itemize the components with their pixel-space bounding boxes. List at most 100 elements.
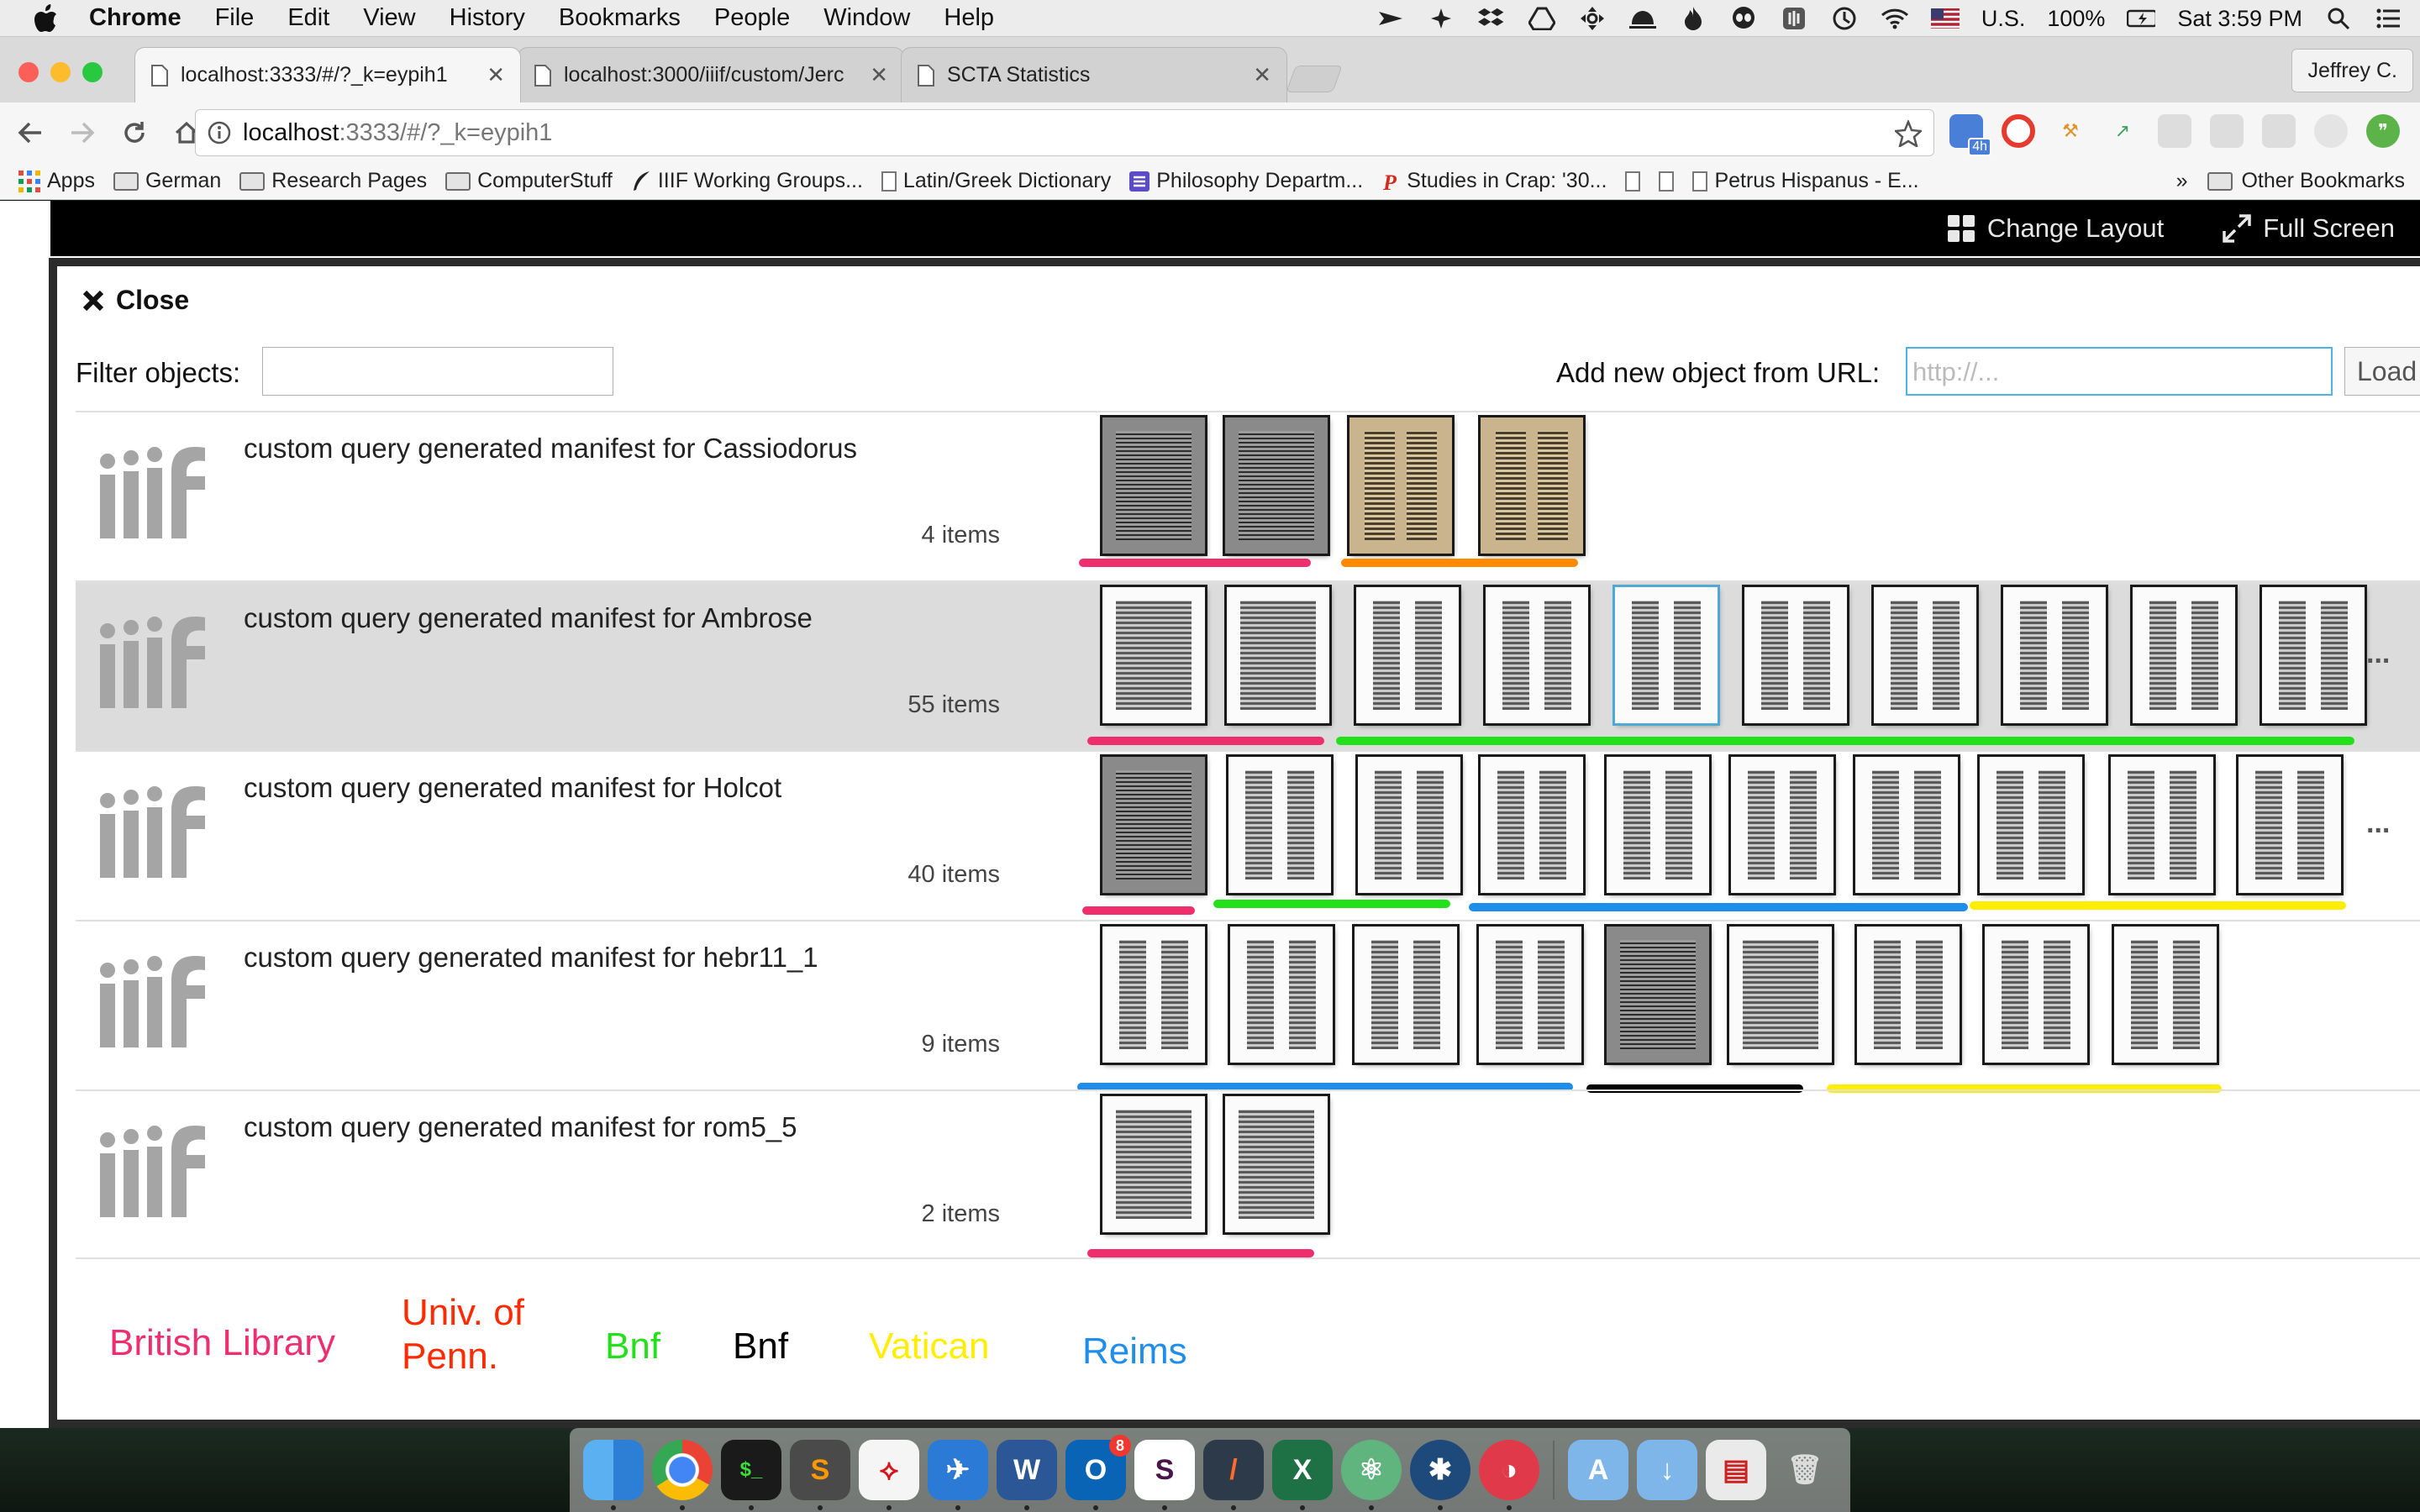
bookmark-philosophy-department[interactable]: Philosophy Departm... — [1129, 169, 1363, 193]
doc-extension-icon[interactable] — [2262, 114, 2296, 148]
close-tab-icon[interactable]: ✕ — [870, 62, 888, 88]
input-source-label[interactable]: U.S. — [1981, 6, 2026, 32]
manifest-row-rom5-5[interactable]: custom query generated manifest for rom5… — [76, 1089, 2420, 1259]
flame-icon[interactable] — [1679, 4, 1707, 33]
acrobat-icon[interactable]: ⟡ — [859, 1440, 919, 1510]
filter-objects-input[interactable] — [262, 347, 613, 396]
downloads-folder-icon[interactable]: ↓ — [1637, 1440, 1697, 1500]
google-drive-icon[interactable] — [1528, 4, 1556, 33]
menu-bookmarks[interactable]: Bookmarks — [559, 4, 681, 32]
bookmarks-overflow-button[interactable]: » — [2176, 169, 2188, 193]
excel-icon[interactable]: X — [1272, 1440, 1333, 1510]
bookmark-folder-research-pages[interactable]: Research Pages — [239, 169, 427, 193]
profile-button[interactable]: Jeffrey C. — [2291, 49, 2413, 92]
close-tab-icon[interactable]: ✕ — [1253, 62, 1271, 88]
page-thumbnail[interactable] — [1874, 587, 1976, 723]
manifest-row-ambrose[interactable]: custom query generated manifest for Ambr… — [76, 580, 2420, 750]
airmail-icon[interactable] — [1376, 4, 1405, 33]
hammer-extension-icon[interactable]: ⚒ — [2054, 114, 2087, 148]
tab-scta-statistics[interactable]: SCTA Statistics ✕ — [901, 47, 1287, 102]
page-thumbnail[interactable] — [1607, 757, 1709, 893]
bookmark-iiif-working-groups[interactable]: IIIF Working Groups... — [631, 169, 863, 193]
alien-icon[interactable] — [1729, 4, 1758, 33]
wifi-icon[interactable] — [1881, 4, 1909, 33]
applications-folder-icon[interactable]: A — [1568, 1440, 1628, 1500]
calendar-extension-icon[interactable]: 4h — [1949, 114, 1991, 156]
menu-view[interactable]: View — [363, 4, 415, 32]
manifest-row-holcot[interactable]: custom query generated manifest for Holc… — [76, 750, 2420, 920]
sublime-text-icon[interactable]: S — [790, 1440, 850, 1510]
bookmark-apps[interactable]: Apps — [18, 169, 95, 193]
page-thumbnail[interactable] — [1230, 927, 1333, 1063]
manifest-url-input[interactable]: http://... — [1906, 347, 2333, 396]
minimize-window-button[interactable] — [50, 62, 71, 82]
pinwheel-icon[interactable] — [1427, 4, 1455, 33]
page-thumbnail[interactable] — [1479, 927, 1581, 1063]
page-thumbnail[interactable] — [1731, 757, 1833, 893]
page-thumbnail[interactable] — [2238, 757, 2341, 893]
address-bar[interactable]: localhost:3333/#/?_k=eypih1 — [195, 109, 1934, 156]
close-window-button[interactable] — [18, 62, 39, 82]
battery-charging-icon[interactable] — [2127, 4, 2156, 33]
notification-center-icon[interactable] — [2375, 4, 2403, 33]
trash-icon[interactable]: 🗑 — [1775, 1440, 1835, 1500]
page-thumbnail[interactable] — [1744, 587, 1847, 723]
change-layout-button[interactable]: Change Layout — [1947, 213, 2164, 244]
new-tab-button[interactable] — [1286, 66, 1343, 92]
atom-icon[interactable]: ⚛ — [1341, 1440, 1402, 1510]
page-thumbnail[interactable] — [1225, 1096, 1328, 1232]
more-thumbnails-button[interactable]: ... — [2366, 638, 2390, 670]
page-thumbnail[interactable] — [1228, 757, 1331, 893]
chart-extension-icon[interactable]: ↗ — [2106, 114, 2139, 148]
page-thumbnail[interactable] — [1481, 417, 1583, 554]
page-thumbnail[interactable] — [1729, 927, 1832, 1063]
bookmark-folder-german[interactable]: German — [113, 169, 221, 193]
page-thumbnail[interactable] — [1227, 587, 1329, 723]
documents-stack-icon[interactable]: ▤ — [1706, 1440, 1766, 1500]
back-button[interactable] — [8, 111, 52, 155]
page-thumbnail[interactable] — [1102, 757, 1205, 893]
manifest-row-cassiodorus[interactable]: custom query generated manifest for Cass… — [76, 411, 2420, 580]
bookmark-blank-2[interactable] — [1659, 171, 1675, 192]
us-flag-icon[interactable] — [1930, 4, 1960, 33]
hat-icon[interactable] — [1628, 4, 1657, 33]
page-thumbnail[interactable] — [1102, 927, 1205, 1063]
menu-help[interactable]: Help — [944, 4, 994, 32]
page-thumbnail[interactable] — [2262, 587, 2365, 723]
page-thumbnail[interactable] — [2133, 587, 2235, 723]
menu-file[interactable]: File — [215, 4, 255, 32]
manifest-row-hebr11-1[interactable]: custom query generated manifest for hebr… — [76, 920, 2420, 1093]
load-button[interactable]: Load — [2344, 347, 2420, 396]
pocket-casts-icon[interactable]: ◑ — [1479, 1440, 1539, 1510]
cloud-extension-icon[interactable] — [2158, 114, 2191, 148]
page-thumbnail[interactable] — [1102, 417, 1205, 554]
page-thumbnail[interactable] — [1481, 757, 1583, 893]
outlook-icon[interactable]: O8 — [1065, 1435, 1131, 1510]
page-thumbnail[interactable] — [1486, 587, 1588, 723]
bookmark-latin-greek-dictionary[interactable]: Latin/Greek Dictionary — [881, 169, 1111, 193]
tweetbot-icon[interactable]: ✈ — [928, 1440, 988, 1510]
codekit-icon[interactable]: / — [1203, 1440, 1264, 1510]
page-thumbnail[interactable] — [1358, 757, 1460, 893]
time-machine-icon[interactable] — [1830, 4, 1859, 33]
tab-localhost-3333[interactable]: localhost:3333/#/?_k=eypih1 ✕ — [134, 47, 521, 102]
bookmark-folder-computerstuff[interactable]: ComputerStuff — [445, 169, 613, 193]
slack-icon[interactable]: S — [1134, 1440, 1195, 1510]
menu-window[interactable]: Window — [823, 4, 910, 32]
bookmark-blank-1[interactable] — [1625, 171, 1641, 192]
menu-history[interactable]: History — [450, 4, 525, 32]
menu-edit[interactable]: Edit — [287, 4, 329, 32]
terminal-icon[interactable]: $_ — [721, 1440, 781, 1510]
page-thumbnail[interactable] — [1102, 587, 1205, 723]
page-thumbnail[interactable] — [1355, 927, 1457, 1063]
puzzle-extension-icon[interactable] — [2210, 114, 2244, 148]
bookmark-star-icon[interactable] — [1895, 120, 1922, 147]
apple-menu-icon[interactable] — [34, 3, 64, 34]
move-icon[interactable] — [1578, 4, 1607, 33]
zoom-window-button[interactable] — [82, 62, 103, 82]
circle-extension-icon[interactable] — [2314, 114, 2348, 148]
page-thumbnail-selected[interactable] — [1615, 587, 1718, 723]
page-thumbnail[interactable] — [2114, 927, 2217, 1063]
dropbox-icon[interactable] — [1477, 4, 1506, 33]
page-thumbnail[interactable] — [1980, 757, 2082, 893]
